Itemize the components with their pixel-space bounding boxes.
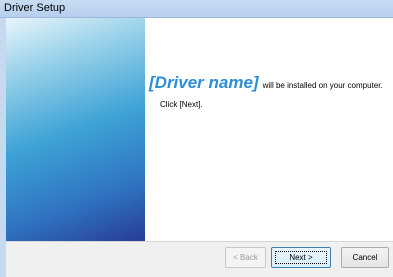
cancel-button-label: Cancel (352, 253, 378, 262)
side-banner-image (6, 18, 145, 241)
headline-text: will be installed on your computer. (262, 81, 383, 90)
title-bar[interactable]: Driver Setup (0, 0, 393, 18)
driver-name-text: [Driver name] (149, 73, 259, 92)
next-button-label: Next > (289, 253, 313, 262)
instruction-text: Click [Next]. (160, 100, 203, 109)
next-button[interactable]: Next > (271, 247, 331, 268)
setup-window: Driver Setup [Driver name] will be instal… (0, 0, 393, 277)
button-bar (6, 241, 393, 277)
cancel-button[interactable]: Cancel (341, 247, 389, 268)
back-button-label: < Back (233, 253, 258, 262)
headline: [Driver name] will be installed on your c… (149, 72, 383, 97)
content-panel (145, 18, 393, 241)
window-title: Driver Setup (4, 2, 66, 14)
back-button[interactable]: < Back (225, 247, 266, 268)
